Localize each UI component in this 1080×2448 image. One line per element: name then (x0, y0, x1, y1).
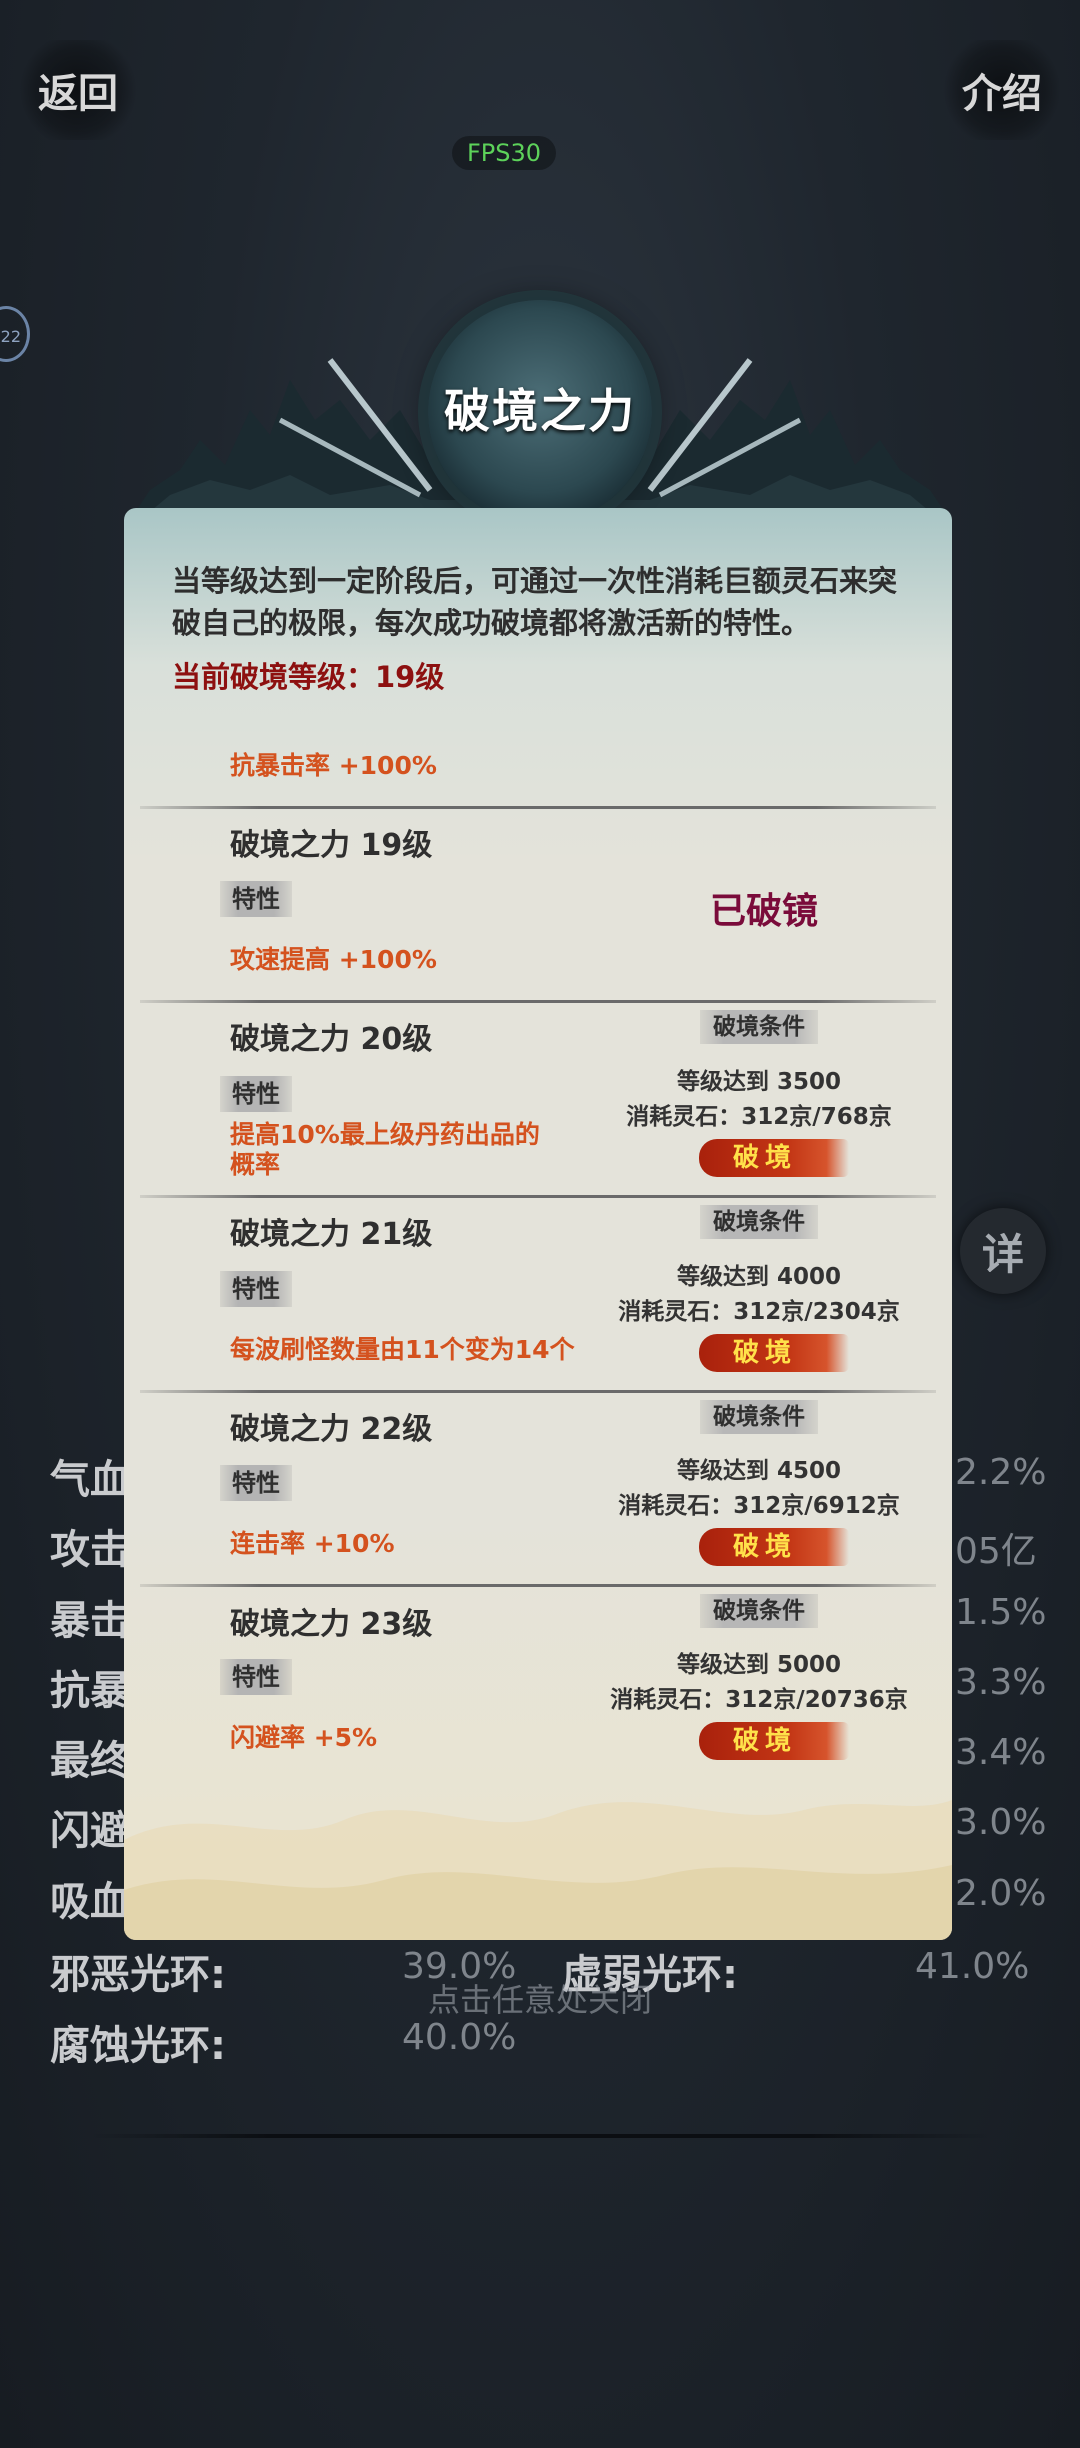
level-name: 破境之力 22级 (230, 1412, 433, 1447)
bg-stat-value: 2.0% (955, 1873, 1047, 1914)
back-button[interactable]: 返回 (18, 40, 138, 140)
broken-status: 已破镜 (710, 891, 819, 932)
breakthrough-panel: 当等级达到一定阶段后，可通过一次性消耗巨额灵石来突破自己的极限，每次成功破境都将… (124, 508, 952, 1940)
level-name: 破境之力 20级 (230, 1022, 433, 1057)
condition-cost: 消耗灵石：312京/6912京 (618, 1493, 900, 1519)
break-button[interactable]: 破境 (699, 1139, 849, 1177)
bg-stat-value: 3.4% (955, 1732, 1047, 1773)
condition-level: 等级达到 5000 (676, 1652, 842, 1678)
bg-stat-value: 05亿 (955, 1531, 1037, 1572)
condition-tag: 破境条件 (700, 1205, 818, 1239)
condition-tag: 破境条件 (700, 1594, 818, 1628)
level-name: 破境之力 19级 (230, 828, 433, 863)
fps-counter: FPS30 (452, 136, 556, 170)
level-name: 破境之力 23级 (230, 1607, 433, 1642)
bg-stat-label: 最终 (50, 1738, 130, 1784)
trait-tag: 特性 (220, 1076, 292, 1112)
divider (90, 2134, 990, 2138)
trait-tag: 特性 (220, 1271, 292, 1307)
bg-stat-label: 抗暴 (50, 1668, 130, 1714)
row-divider (140, 1000, 936, 1003)
current-level: 当前破境等级：19级 (172, 660, 445, 694)
trait-text: 连击率 +10% (230, 1529, 395, 1558)
trait-text: 提高10%最上级丹药出品的概率 (230, 1120, 540, 1179)
popup-title: 破境之力 (444, 384, 636, 438)
row-divider (140, 1195, 936, 1198)
condition-tag: 破境条件 (700, 1010, 818, 1044)
row-divider (140, 806, 936, 809)
break-button[interactable]: 破境 (699, 1528, 849, 1566)
trait-tag: 特性 (220, 1659, 292, 1695)
bg-stat-label: 攻击 (50, 1527, 130, 1573)
bg-stat-label: 吸血 (50, 1879, 130, 1925)
condition-level: 等级达到 4500 (676, 1458, 842, 1484)
trait-tag: 特性 (220, 881, 292, 917)
bg-stat-value: 1.5% (955, 1592, 1047, 1633)
bg-stat-value: 3.3% (955, 1662, 1047, 1703)
popup-description: 当等级达到一定阶段后，可通过一次性消耗巨额灵石来突破自己的极限，每次成功破境都将… (172, 564, 898, 640)
trait-tag: 特性 (220, 1465, 292, 1501)
trait-text: 攻速提高 +100% (230, 945, 437, 974)
close-hint[interactable]: 点击任意处关闭 (0, 1975, 1080, 2021)
bg-stat-label: 气血 (50, 1457, 130, 1503)
detail-button[interactable]: 详 (960, 1208, 1046, 1294)
aura-label: 腐蚀光环: (50, 2023, 226, 2069)
trait-text: 闪避率 +5% (230, 1723, 378, 1752)
row-divider (140, 1584, 936, 1587)
condition-cost: 消耗灵石：312京/2304京 (618, 1299, 900, 1325)
bg-stat-value: 2.2% (955, 1452, 1047, 1493)
break-button[interactable]: 破境 (699, 1334, 849, 1372)
level-name: 破境之力 21级 (230, 1217, 433, 1252)
bg-stat-label: 暴击 (50, 1598, 130, 1644)
bg-stat-label: 闪避 (50, 1808, 130, 1854)
side-level-badge[interactable]: 22 (0, 306, 30, 362)
row-divider (140, 1390, 936, 1393)
condition-cost: 消耗灵石：312京/20736京 (610, 1687, 908, 1713)
bg-stat-value: 3.0% (955, 1802, 1047, 1843)
aura-value: 40.0% (402, 2017, 517, 2058)
intro-button[interactable]: 介绍 (942, 40, 1062, 140)
previous-trait: 抗暴击率 +100% (230, 751, 437, 780)
condition-level: 等级达到 4000 (676, 1264, 842, 1290)
condition-tag: 破境条件 (700, 1400, 818, 1434)
condition-level: 等级达到 3500 (676, 1069, 842, 1095)
condition-cost: 消耗灵石：312京/768京 (626, 1104, 892, 1130)
break-button[interactable]: 破境 (699, 1722, 849, 1760)
trait-text: 每波刷怪数量由11个变为14个 (230, 1335, 575, 1364)
